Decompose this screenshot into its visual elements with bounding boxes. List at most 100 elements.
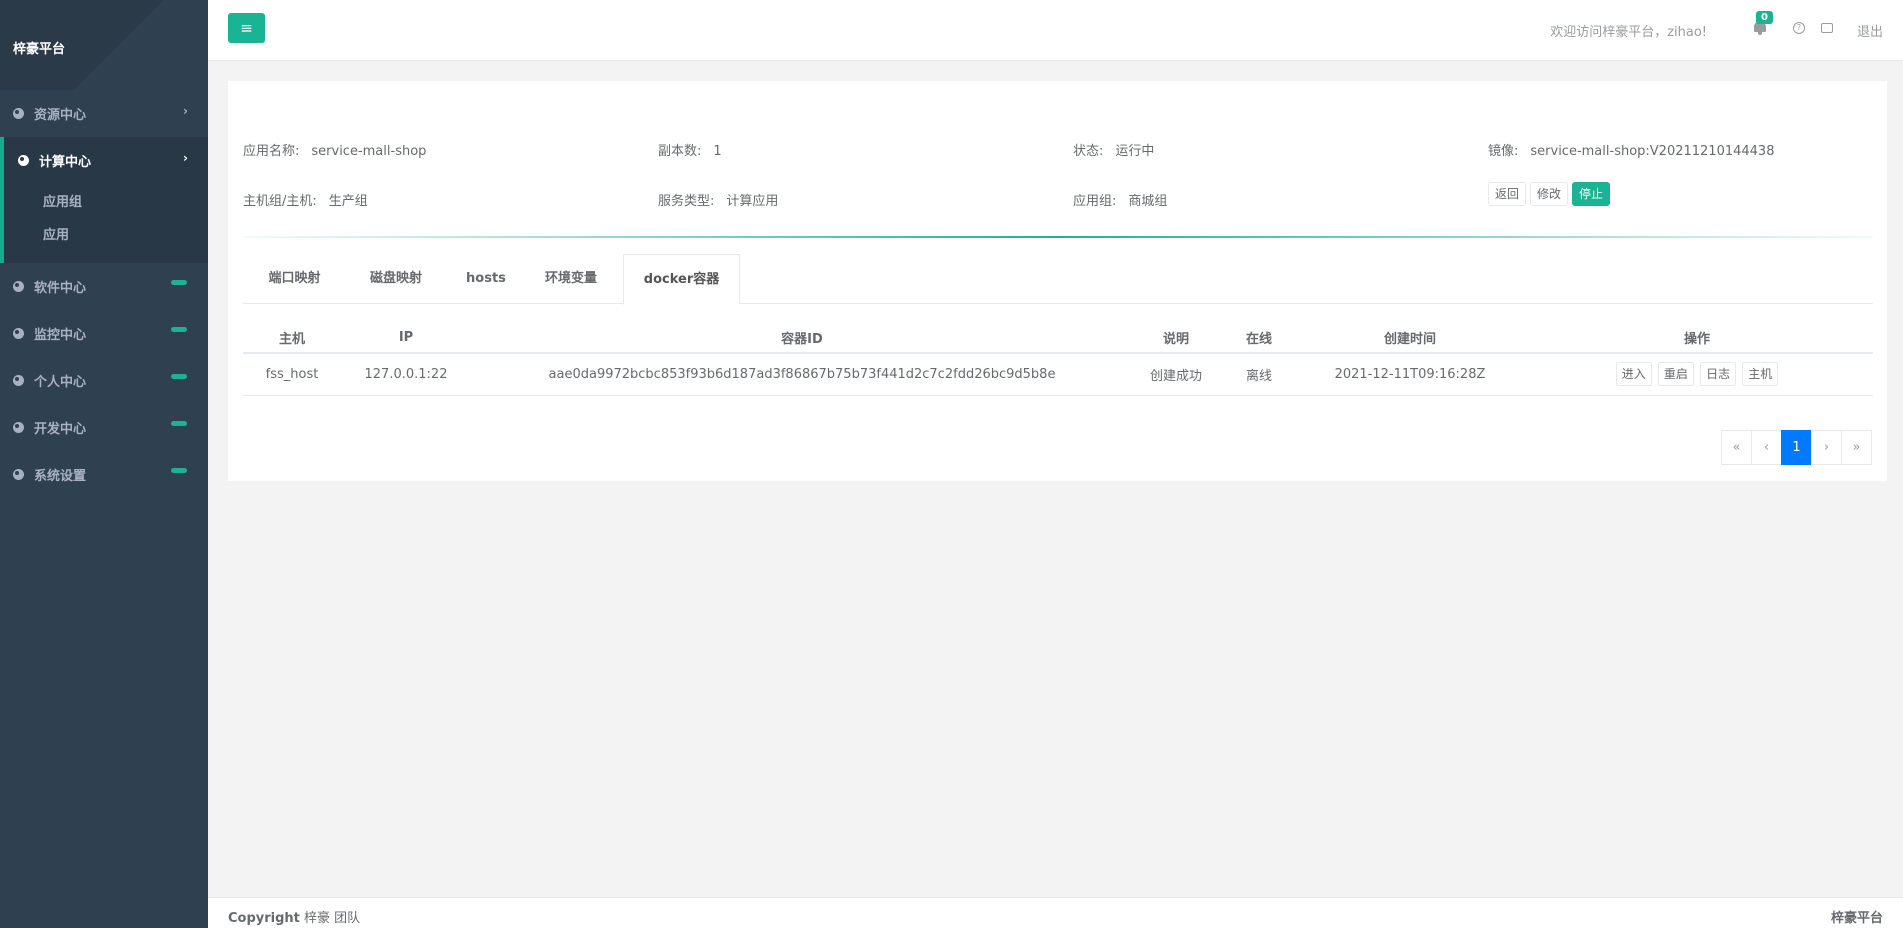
logout-link[interactable]: 退出 — [1857, 21, 1883, 40]
info-value: 商城组 — [1128, 194, 1168, 209]
stop-button[interactable]: 停止 — [1572, 182, 1611, 206]
info-label: 状态: — [1073, 144, 1104, 159]
footer-brand: 梓豪平台 — [1830, 911, 1883, 926]
sidebar-item-label: 软件中心 — [34, 281, 87, 296]
column-header: 在线 — [1219, 323, 1299, 354]
info-label: 主机组/主机: — [243, 194, 317, 209]
table-header-row: 主机 IP 容器ID 说明 在线 创建时间 操作 — [243, 323, 1873, 354]
column-header: 主机 — [243, 323, 341, 354]
host-button[interactable]: 主机 — [1742, 362, 1779, 387]
sidebar-item-compute-center-header[interactable]: 计算中心 › — [4, 137, 208, 184]
column-header: 说明 — [1133, 323, 1219, 354]
edit-button[interactable]: 修改 — [1530, 182, 1569, 206]
column-header: 操作 — [1521, 323, 1873, 354]
info-host: 主机组/主机: 生产组 — [243, 190, 368, 209]
footer-team: 梓豪 团队 — [304, 911, 361, 926]
sidebar-subitem-app-group[interactable]: 应用组 — [4, 184, 208, 217]
tab-env-vars[interactable]: 环境变量 — [526, 254, 616, 304]
top-navbar: ≡ 欢迎访问梓豪平台，zihao! 0 ? 退出 — [208, 0, 1903, 61]
sidebar-submenu: 应用组 应用 — [4, 184, 208, 263]
sidebar-item-resource-center[interactable]: 资源中心 › — [0, 90, 208, 137]
tab-disk-mapping[interactable]: 磁盘映射 — [346, 254, 446, 304]
sidebar-subitem-app[interactable]: 应用 — [4, 217, 208, 250]
cell-host: fss_host — [243, 353, 341, 396]
column-header: 创建时间 — [1299, 323, 1521, 354]
tab-bar: 端口映射 磁盘映射 hosts 环境变量 docker容器 — [243, 254, 1873, 305]
info-label: 应用名称: — [243, 144, 300, 159]
table-row: fss_host 127.0.0.1:22 aae0da9972bcbc853f… — [243, 353, 1873, 396]
info-value: 生产组 — [328, 194, 368, 209]
help-icon[interactable]: ? — [1793, 22, 1805, 34]
sidebar-item-monitor-center[interactable]: 监控中心 — [0, 310, 208, 357]
info-value: 计算应用 — [726, 194, 779, 209]
sidebar-item-dev-center[interactable]: 开发中心 — [0, 404, 208, 451]
cell-ip: 127.0.0.1:22 — [341, 353, 471, 396]
app-detail-card: 应用名称: service-mall-shop 副本数: 1 状态: 运行中 镜像: s… — [228, 81, 1887, 481]
divider — [243, 236, 1873, 238]
sidebar-item-compute-center: 计算中心 › 应用组 应用 — [0, 137, 208, 263]
chevron-right-icon: › — [183, 104, 188, 118]
pagination: « ‹ 1 › » — [1721, 430, 1872, 465]
sidebar-item-label: 系统设置 — [34, 469, 87, 484]
info-label: 应用组: — [1073, 194, 1117, 209]
enter-button[interactable]: 进入 — [1615, 362, 1652, 387]
tab-docker-containers[interactable]: docker容器 — [623, 254, 740, 305]
sidebar-item-label: 计算中心 — [39, 155, 92, 170]
info-value: service-mall-shop — [311, 144, 427, 159]
sign-out-icon[interactable] — [1821, 23, 1833, 33]
hamburger-icon: ≡ — [240, 19, 253, 37]
info-value: service-mall-shop:V20211210144438 — [1530, 144, 1775, 159]
info-value: 1 — [713, 144, 722, 159]
info-app-name: 应用名称: service-mall-shop — [243, 140, 426, 159]
info-replicas: 副本数: 1 — [658, 140, 722, 159]
info-label: 副本数: — [658, 144, 702, 159]
sidebar-badge — [171, 421, 187, 426]
globe-icon — [13, 108, 24, 119]
menu-toggle-button[interactable]: ≡ — [228, 13, 265, 43]
globe-icon — [13, 375, 24, 386]
chevron-right-icon: › — [183, 151, 188, 165]
notification-count-badge: 0 — [1756, 11, 1773, 24]
info-service-type: 服务类型: 计算应用 — [658, 190, 778, 209]
cell-created: 2021-12-11T09:16:28Z — [1299, 353, 1521, 396]
page-current-button[interactable]: 1 — [1781, 430, 1812, 465]
sidebar-badge — [171, 327, 187, 332]
page-next-button[interactable]: › — [1811, 430, 1842, 465]
copyright-label: Copyright — [228, 911, 300, 926]
sidebar-badge — [171, 280, 187, 285]
tab-hosts[interactable]: hosts — [446, 254, 526, 304]
info-label: 服务类型: — [658, 194, 715, 209]
container-table: 主机 IP 容器ID 说明 在线 创建时间 操作 fss_host 127.0.… — [243, 323, 1873, 396]
page-last-button[interactable]: » — [1841, 430, 1872, 465]
cell-online: 离线 — [1219, 353, 1299, 396]
brand-title: 梓豪平台 — [0, 0, 208, 90]
logs-button[interactable]: 日志 — [1700, 362, 1737, 387]
sidebar-item-system-settings[interactable]: 系统设置 — [0, 451, 208, 498]
sidebar-badge — [171, 468, 187, 473]
footer-copyright: Copyright 梓豪 团队 — [228, 907, 360, 926]
globe-icon — [13, 422, 24, 433]
sidebar-item-label: 监控中心 — [34, 328, 87, 343]
footer: Copyright 梓豪 团队 梓豪平台 — [208, 897, 1903, 928]
sidebar-item-label: 个人中心 — [34, 375, 87, 390]
info-app-group: 应用组: 商城组 — [1073, 190, 1167, 209]
sidebar: 梓豪平台 资源中心 › 计算中心 › 应用组 应用 软件中心 监控中心 个人中心… — [0, 0, 208, 928]
cell-ops: 进入 重启 日志 主机 — [1521, 353, 1873, 396]
globe-icon — [18, 155, 29, 166]
page-first-button[interactable]: « — [1721, 430, 1752, 465]
cell-desc: 创建成功 — [1133, 353, 1219, 396]
restart-button[interactable]: 重启 — [1657, 362, 1694, 387]
info-status: 状态: 运行中 — [1073, 140, 1154, 159]
globe-icon — [13, 281, 24, 292]
sidebar-item-software-center[interactable]: 软件中心 — [0, 263, 208, 310]
sidebar-item-personal-center[interactable]: 个人中心 — [0, 357, 208, 404]
sidebar-item-label: 开发中心 — [34, 422, 87, 437]
page-prev-button[interactable]: ‹ — [1751, 430, 1782, 465]
info-value: 运行中 — [1115, 144, 1155, 159]
cell-container-id: aae0da9972bcbc853f93b6d187ad3f86867b75b7… — [471, 353, 1133, 396]
globe-icon — [13, 469, 24, 480]
tab-port-mapping[interactable]: 端口映射 — [243, 254, 346, 304]
info-label: 镜像: — [1488, 144, 1519, 159]
info-image: 镜像: service-mall-shop:V20211210144438 — [1488, 140, 1774, 159]
back-button[interactable]: 返回 — [1488, 182, 1527, 206]
